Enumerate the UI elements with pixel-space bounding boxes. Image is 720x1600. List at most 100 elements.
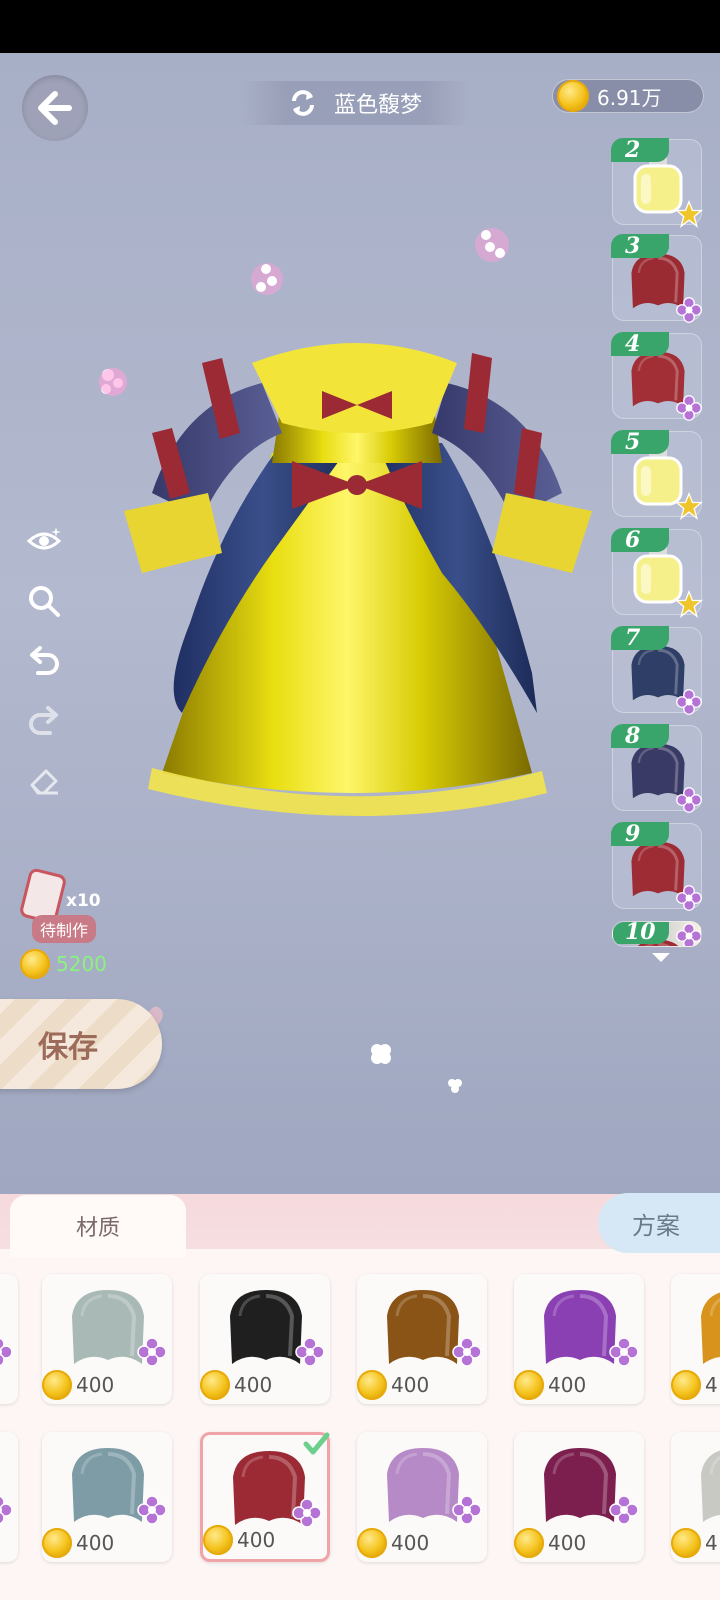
material-card[interactable]: 400	[357, 1432, 487, 1562]
flower-icon	[136, 1336, 168, 1368]
flower-icon	[675, 786, 703, 814]
craft-cost-value: 5200	[56, 952, 107, 976]
coin-icon	[671, 1370, 701, 1400]
coin-icon	[203, 1525, 233, 1555]
material-price-value: 400	[76, 1531, 115, 1555]
material-price-value: 400	[234, 1373, 273, 1397]
coin-balance[interactable]: 6.91万	[552, 79, 704, 113]
star-icon	[675, 199, 703, 228]
material-card[interactable]: 400	[42, 1274, 172, 1404]
material-price-value: 4	[705, 1531, 718, 1555]
material-price-value: 400	[548, 1531, 587, 1555]
sparkle-icon	[448, 1079, 462, 1093]
coin-icon	[557, 80, 589, 112]
outfit-title[interactable]: 蓝色馥梦	[240, 81, 470, 125]
star-icon	[675, 491, 703, 520]
coin-icon	[514, 1528, 544, 1558]
tab-material[interactable]: 材质	[10, 1195, 186, 1257]
material-card[interactable]: 400	[357, 1274, 487, 1404]
zoom-button[interactable]	[26, 583, 62, 619]
step-item[interactable]: 8	[611, 724, 703, 814]
magnifier-icon	[29, 586, 60, 617]
step-number: 9	[611, 822, 669, 846]
step-item[interactable]: 3	[611, 234, 702, 323]
material-price-value: 400	[548, 1373, 587, 1397]
step-number: 4	[611, 332, 669, 356]
material-price-value: 4	[705, 1373, 718, 1397]
outfit-title-text: 蓝色馥梦	[333, 93, 422, 118]
tab-plan[interactable]: 方案	[598, 1193, 720, 1253]
material-price-value: 400	[391, 1531, 430, 1555]
star-icon	[675, 589, 703, 618]
coin-icon	[357, 1528, 387, 1558]
flower-icon	[291, 1497, 323, 1529]
flower-icon	[608, 1336, 640, 1368]
flower-icon	[136, 1494, 168, 1526]
step-item[interactable]: 5	[611, 430, 703, 520]
material-price: 400	[514, 1370, 586, 1400]
swap-icon	[291, 90, 314, 116]
flower-icon	[294, 1336, 326, 1368]
checkmark-icon	[303, 1432, 330, 1455]
material-card[interactable]: 400	[514, 1274, 644, 1404]
craft-cost: 5200	[20, 949, 107, 979]
save-button[interactable]: 保存	[0, 999, 162, 1089]
step-item[interactable]: 7	[611, 626, 702, 715]
flower-icon	[675, 922, 701, 946]
material-card-partial[interactable]	[0, 1432, 18, 1562]
step-item[interactable]: 10	[612, 921, 702, 947]
coin-icon	[357, 1370, 387, 1400]
step-item[interactable]: 9	[611, 822, 702, 911]
scroll-down-icon[interactable]	[652, 953, 670, 962]
pending-count: x10	[66, 891, 101, 911]
material-price: 400	[514, 1528, 586, 1558]
material-card[interactable]: 400	[200, 1432, 330, 1562]
step-number: 5	[611, 430, 669, 454]
coin-icon	[42, 1370, 72, 1400]
material-card[interactable]: 400	[200, 1274, 330, 1404]
flower-icon	[451, 1336, 483, 1368]
step-item[interactable]: 6	[611, 528, 703, 618]
eye-toggle-button[interactable]	[26, 523, 62, 559]
back-button[interactable]	[22, 75, 88, 141]
fabric-swatch-icon	[695, 1286, 720, 1368]
dress-model[interactable]	[112, 293, 602, 853]
material-price-value: 400	[76, 1373, 115, 1397]
redo-button[interactable]	[26, 703, 62, 739]
fabric-swatch-icon	[695, 1444, 720, 1526]
coin-balance-value: 6.91万	[597, 85, 662, 110]
pending-craft[interactable]: x10 待制作	[18, 867, 110, 943]
undo-button[interactable]	[26, 643, 62, 679]
step-number: 6	[611, 528, 669, 552]
material-card[interactable]: 400	[514, 1432, 644, 1562]
coin-icon	[200, 1370, 230, 1400]
material-card[interactable]: 4	[671, 1274, 720, 1404]
material-card-partial[interactable]	[0, 1274, 18, 1404]
material-price-value: 400	[391, 1373, 430, 1397]
coin-icon	[671, 1528, 701, 1558]
material-price: 400	[203, 1525, 275, 1555]
flower-icon	[451, 1494, 483, 1526]
undo-icon	[30, 646, 59, 675]
step-item[interactable]: 4	[611, 332, 703, 422]
material-card[interactable]: 4	[671, 1432, 720, 1562]
material-price: 400	[42, 1528, 114, 1558]
coin-icon	[514, 1370, 544, 1400]
step-item[interactable]: 2	[611, 138, 703, 228]
save-button-label: 保存	[38, 1030, 98, 1065]
step-number: 10	[613, 922, 669, 944]
coin-icon	[42, 1528, 72, 1558]
material-card[interactable]: 400	[42, 1432, 172, 1562]
flower-icon	[675, 394, 703, 422]
dress-image	[124, 343, 592, 817]
eraser-icon	[30, 769, 58, 795]
step-number: 8	[611, 724, 669, 748]
material-price: 4	[671, 1370, 718, 1400]
step-number: 7	[611, 626, 669, 650]
pending-label: 待制作	[32, 915, 97, 943]
eraser-button[interactable]	[26, 763, 62, 799]
material-price: 400	[42, 1370, 114, 1400]
flower-icon	[608, 1494, 640, 1526]
sparkle-icon	[371, 1044, 391, 1064]
coin-icon	[20, 949, 50, 979]
